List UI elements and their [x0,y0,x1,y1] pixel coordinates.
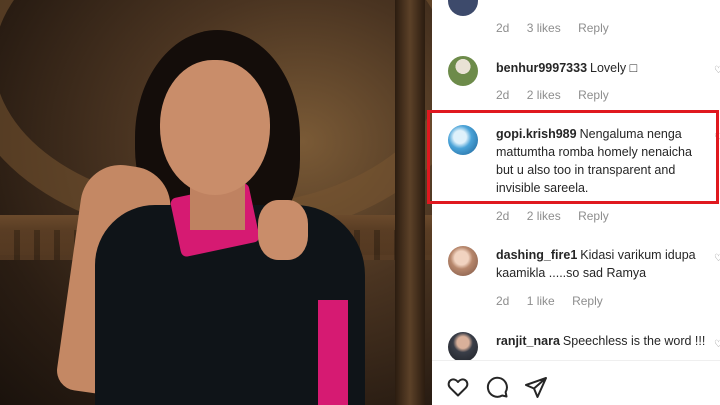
comment-meta: 2d 2 likes Reply [496,209,623,223]
action-bar [432,360,720,405]
comment-likes[interactable]: 2 likes [527,88,561,102]
comment-text: benhur9997333 Lovely □ [496,59,711,77]
comment-meta: 2d 1 like Reply [496,294,617,308]
comment-username[interactable]: dashing_fire1 [496,248,577,262]
like-comment-icon[interactable]: ♡ [714,254,720,264]
comment-username[interactable]: ranjit_nara [496,334,560,348]
comment-time: 2d [496,209,510,223]
comment-likes[interactable]: 2 likes [527,209,561,223]
avatar[interactable] [448,246,478,276]
like-comment-icon[interactable]: ♡ [714,66,720,76]
share-icon[interactable] [524,375,548,399]
avatar[interactable] [448,332,478,362]
comment-text: ranjit_nara Speechless is the word !!! [496,332,711,350]
avatar[interactable] [448,56,478,86]
highlight-box [427,110,719,204]
comment-body: Lovely □ [590,61,638,75]
comment-time: 2d [496,21,510,35]
comment-time: 2d [496,294,510,308]
comment-username[interactable]: benhur9997333 [496,61,587,75]
background-post [395,0,425,405]
comment-meta: 2d 2 likes Reply [496,88,623,102]
comment-text: dashing_fire1 Kidasi varikum idupa kaamik… [496,246,711,282]
avatar[interactable] [448,0,478,16]
heart-icon[interactable] [446,375,470,399]
comment-icon[interactable] [485,375,509,399]
comment-time: 2d [496,88,510,102]
comment-body: Speechless is the word !!! [562,334,706,348]
reply-button[interactable]: Reply [578,88,609,102]
post-photo [0,0,432,405]
person-hand [258,200,308,260]
like-comment-icon[interactable]: ♡ [714,340,720,350]
reply-button[interactable]: Reply [578,209,609,223]
comment-meta: 2d 3 likes Reply [496,21,623,35]
comment-likes[interactable]: 1 like [527,294,555,308]
reply-button[interactable]: Reply [572,294,603,308]
reply-button[interactable]: Reply [578,21,609,35]
person-face [160,60,270,195]
saree-border-lower [318,300,348,405]
comment-likes[interactable]: 3 likes [527,21,561,35]
